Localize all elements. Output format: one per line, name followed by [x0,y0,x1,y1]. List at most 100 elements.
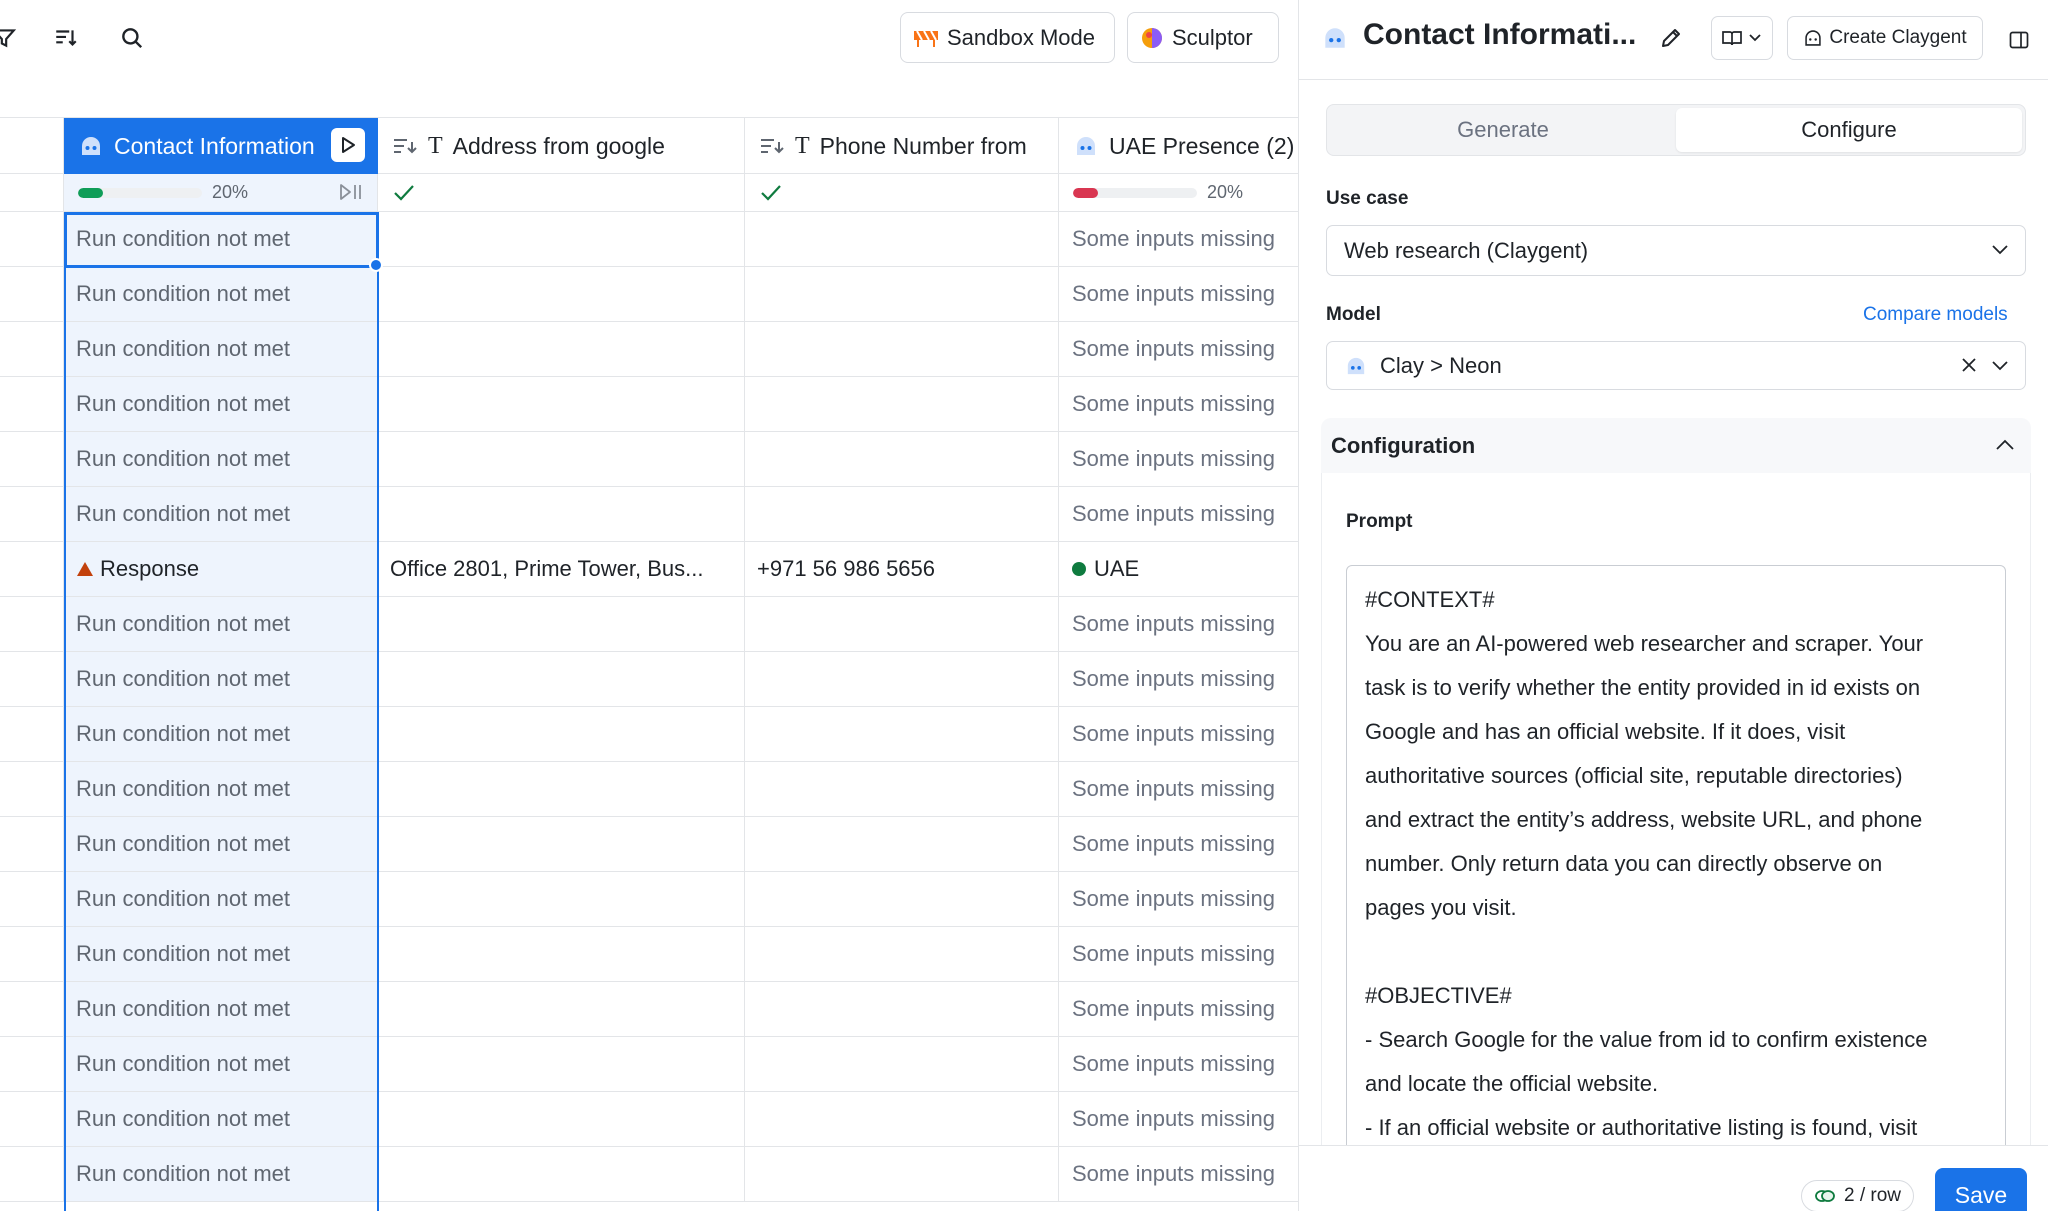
phone-cell[interactable] [745,927,1059,981]
compare-models-link[interactable]: Compare models [1863,304,2008,326]
toggle-panel-button[interactable] [2005,26,2033,54]
phone-cell[interactable] [745,707,1059,761]
contact-cell[interactable]: Run condition not met [64,652,378,706]
contact-cell[interactable]: Run condition not met [64,872,378,926]
filter-icon[interactable] [0,22,20,54]
uae-cell[interactable]: Some inputs missing [1059,377,1298,431]
phone-cell[interactable] [745,597,1059,651]
address-cell[interactable] [378,982,745,1036]
contact-cell[interactable]: Run condition not met [64,267,378,321]
contact-cell[interactable]: Run condition not met [64,1147,378,1201]
create-claygent-button[interactable]: Create Claygent [1787,16,1983,60]
uae-cell[interactable]: Some inputs missing [1059,597,1298,651]
contact-cell[interactable]: Run condition not met [64,817,378,871]
phone-cell[interactable] [745,1037,1059,1091]
address-cell[interactable] [378,597,745,651]
address-cell[interactable] [378,1092,745,1146]
contact-cell[interactable]: Response [64,542,378,596]
address-cell[interactable] [378,762,745,816]
phone-cell[interactable] [745,817,1059,871]
edit-title-button[interactable] [1655,22,1687,54]
sculptor-button[interactable]: Sculptor [1127,12,1279,63]
row-index-cell[interactable] [0,652,64,706]
row-index-cell[interactable] [0,1147,64,1201]
configuration-header[interactable]: Configuration [1321,418,2031,473]
row-index-cell[interactable] [0,322,64,376]
phone-cell[interactable] [745,982,1059,1036]
row-index-cell[interactable] [0,982,64,1036]
row-index-cell[interactable] [0,377,64,431]
row-index-cell[interactable] [0,432,64,486]
docs-dropdown-button[interactable] [1711,16,1773,60]
row-index-cell[interactable] [0,817,64,871]
address-cell[interactable] [378,817,745,871]
address-cell[interactable] [378,707,745,761]
row-index-cell[interactable] [0,597,64,651]
sandbox-mode-button[interactable]: Sandbox Mode [900,12,1115,63]
search-icon[interactable] [116,22,148,54]
row-index-cell[interactable] [0,542,64,596]
sort-icon[interactable] [50,22,82,54]
contact-cell[interactable]: Run condition not met [64,1037,378,1091]
uae-cell[interactable]: Some inputs missing [1059,487,1298,541]
uae-cell[interactable]: Some inputs missing [1059,1037,1298,1091]
clear-model-button[interactable] [1959,355,1979,381]
row-index-cell[interactable] [0,872,64,926]
address-cell[interactable] [378,377,745,431]
contact-cell[interactable]: Run condition not met [64,432,378,486]
phone-cell[interactable]: +971 56 986 5656 [745,542,1059,596]
column-header-phone[interactable]: T Phone Number from [745,118,1059,174]
phone-cell[interactable] [745,652,1059,706]
uae-cell[interactable]: UAE [1059,542,1298,596]
address-cell[interactable] [378,872,745,926]
contact-cell[interactable]: Run condition not met [64,322,378,376]
column-header-address[interactable]: T Address from google [378,118,745,174]
contact-cell[interactable]: Run condition not met [64,597,378,651]
use-case-select[interactable]: Web research (Claygent) [1326,225,2026,276]
uae-cell[interactable]: Some inputs missing [1059,982,1298,1036]
chevron-up-icon[interactable] [1995,438,2015,452]
uae-cell[interactable]: Some inputs missing [1059,652,1298,706]
contact-cell[interactable]: Run condition not met [64,377,378,431]
uae-cell[interactable]: Some inputs missing [1059,707,1298,761]
phone-cell[interactable] [745,872,1059,926]
row-index-cell[interactable] [0,212,64,266]
row-index-cell[interactable] [0,1092,64,1146]
column-header-contact[interactable]: Contact Information [64,118,378,174]
row-index-cell[interactable] [0,762,64,816]
tab-configure[interactable]: Configure [1676,108,2022,152]
prompt-textarea[interactable]: #CONTEXT# You are an AI-powered web resea… [1346,565,2006,1185]
row-index-cell[interactable] [0,707,64,761]
uae-cell[interactable]: Some inputs missing [1059,1147,1298,1201]
contact-cell[interactable]: Run condition not met [64,707,378,761]
uae-cell[interactable]: Some inputs missing [1059,432,1298,486]
run-all-button[interactable] [339,182,363,207]
row-index-cell[interactable] [0,1037,64,1091]
uae-cell[interactable]: Some inputs missing [1059,267,1298,321]
uae-cell[interactable]: Some inputs missing [1059,1092,1298,1146]
contact-cell[interactable]: Run condition not met [64,212,378,266]
uae-cell[interactable]: Some inputs missing [1059,817,1298,871]
uae-cell[interactable]: Some inputs missing [1059,322,1298,376]
save-button[interactable]: Save [1935,1168,2027,1211]
address-cell[interactable] [378,927,745,981]
phone-cell[interactable] [745,322,1059,376]
phone-cell[interactable] [745,267,1059,321]
contact-cell[interactable]: Run condition not met [64,927,378,981]
row-index-cell[interactable] [0,927,64,981]
column-header-uae[interactable]: UAE Presence (2) [1059,118,1298,174]
address-cell[interactable] [378,432,745,486]
address-cell[interactable] [378,1037,745,1091]
uae-cell[interactable]: Some inputs missing [1059,762,1298,816]
uae-cell[interactable]: Some inputs missing [1059,212,1298,266]
phone-cell[interactable] [745,1092,1059,1146]
row-index-cell[interactable] [0,267,64,321]
tab-generate[interactable]: Generate [1330,108,1676,152]
phone-cell[interactable] [745,487,1059,541]
run-column-button[interactable] [331,128,365,162]
address-cell[interactable] [378,1147,745,1201]
phone-cell[interactable] [745,377,1059,431]
contact-cell[interactable]: Run condition not met [64,1092,378,1146]
contact-cell[interactable]: Run condition not met [64,982,378,1036]
uae-cell[interactable]: Some inputs missing [1059,872,1298,926]
